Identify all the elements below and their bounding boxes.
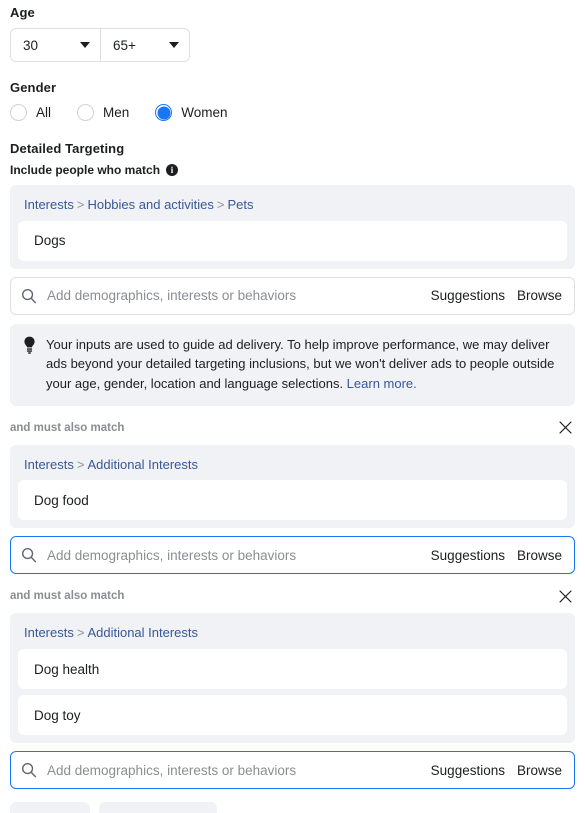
search-actions: Suggestions Browse xyxy=(431,763,562,778)
targeting-item[interactable]: Dogs xyxy=(18,220,567,261)
search-actions: Suggestions Browse xyxy=(431,288,562,303)
search-icon xyxy=(21,762,37,778)
gender-radio-group: All Men Women xyxy=(10,104,575,121)
radio-icon-men[interactable] xyxy=(77,104,95,121)
breadcrumb-separator: > xyxy=(76,625,85,641)
breadcrumb-separator: > xyxy=(76,197,85,212)
breadcrumb-link[interactable]: Hobbies and activities xyxy=(87,197,213,212)
age-section: Age 30 65+ xyxy=(10,0,575,62)
breadcrumb-link[interactable]: Additional Interests xyxy=(87,625,198,640)
age-label: Age xyxy=(10,5,35,20)
browse-link[interactable]: Browse xyxy=(517,288,562,303)
browse-link[interactable]: Browse xyxy=(517,763,562,778)
age-min-select[interactable]: 30 xyxy=(11,29,100,61)
targeting-search-bar[interactable]: Add demographics, interests or behaviors… xyxy=(10,276,575,315)
gender-option-men[interactable]: Men xyxy=(77,104,129,121)
close-icon[interactable] xyxy=(555,586,575,606)
gender-option-women[interactable]: Women xyxy=(155,104,228,121)
age-min-value: 30 xyxy=(23,37,39,53)
breadcrumb-link[interactable]: Interests xyxy=(24,457,74,472)
detailed-targeting-panel: Age 30 65+ Gender All Men Women Detailed… xyxy=(0,0,585,813)
browse-link[interactable]: Browse xyxy=(517,548,562,563)
search-icon xyxy=(21,288,37,304)
radio-icon-all[interactable] xyxy=(10,104,27,121)
connector-row: and must also match xyxy=(10,586,575,606)
age-range-selects: 30 65+ xyxy=(10,28,190,62)
search-input[interactable]: Add demographics, interests or behaviors xyxy=(47,763,431,778)
gender-option-women-label: Women xyxy=(181,105,228,120)
breadcrumb-link[interactable]: Interests xyxy=(24,197,74,212)
footer-actions: Exclude Define Further xyxy=(10,802,575,813)
breadcrumb-separator: > xyxy=(216,197,225,212)
breadcrumb: Interests > Additional Interests xyxy=(18,619,567,649)
breadcrumb: Interests > Additional Interests xyxy=(18,451,567,481)
suggestions-link[interactable]: Suggestions xyxy=(431,288,505,303)
gender-option-all[interactable]: All xyxy=(10,104,51,121)
tip-body: Your inputs are used to guide ad deliver… xyxy=(46,336,555,392)
search-input[interactable]: Add demographics, interests or behaviors xyxy=(47,288,431,303)
search-actions: Suggestions Browse xyxy=(431,548,562,563)
connector-row: and must also match xyxy=(10,418,575,438)
targeting-group-3: and must also match Interests > Additional… xyxy=(10,586,575,790)
define-further-button[interactable]: Define Further xyxy=(99,802,218,813)
learn-more-link[interactable]: Learn more. xyxy=(347,376,417,391)
targeting-item[interactable]: Dog food xyxy=(18,480,567,521)
search-icon xyxy=(21,547,37,563)
breadcrumb-link[interactable]: Pets xyxy=(228,197,254,212)
chevron-down-icon xyxy=(80,42,90,48)
age-max-select[interactable]: 65+ xyxy=(100,29,189,61)
connector-label: and must also match xyxy=(10,590,125,603)
gender-label: Gender xyxy=(10,80,57,95)
breadcrumb: Interests > Hobbies and activities > Pets xyxy=(18,191,567,221)
detailed-targeting-title: Detailed Targeting xyxy=(10,141,125,156)
detailed-targeting-section: Detailed Targeting Include people who ma… xyxy=(10,141,575,813)
connector-label: and must also match xyxy=(10,421,125,434)
include-people-who-match-label: Include people who match xyxy=(10,163,161,177)
suggestions-link[interactable]: Suggestions xyxy=(431,763,505,778)
exclude-button[interactable]: Exclude xyxy=(10,802,91,813)
targeting-group-panel: Interests > Additional Interests Dog healt… xyxy=(10,613,575,744)
suggestions-link[interactable]: Suggestions xyxy=(431,548,505,563)
targeting-search-bar[interactable]: Add demographics, interests or behaviors… xyxy=(10,751,575,790)
targeting-group-2: and must also match Interests > Additional… xyxy=(10,418,575,575)
breadcrumb-separator: > xyxy=(76,456,85,472)
gender-option-men-label: Men xyxy=(103,105,130,120)
targeting-tip-box: Your inputs are used to guide ad deliver… xyxy=(10,323,575,406)
age-max-value: 65+ xyxy=(113,37,136,53)
targeting-group-1: Interests > Hobbies and activities > Pets Do… xyxy=(10,185,575,315)
targeting-tip-text: Your inputs are used to guide ad deliver… xyxy=(46,335,561,394)
lightbulb-icon xyxy=(22,336,37,354)
gender-section: Gender All Men Women xyxy=(10,80,575,121)
breadcrumb-link[interactable]: Interests xyxy=(24,625,74,640)
targeting-group-panel: Interests > Additional Interests Dog food xyxy=(10,444,575,529)
targeting-group-panel: Interests > Hobbies and activities > Pets Do… xyxy=(10,185,575,269)
chevron-down-icon xyxy=(169,42,179,48)
info-icon[interactable]: i xyxy=(166,164,179,176)
targeting-item[interactable]: Dog health xyxy=(18,649,567,690)
targeting-item[interactable]: Dog toy xyxy=(18,695,567,736)
search-input[interactable]: Add demographics, interests or behaviors xyxy=(47,548,431,563)
include-people-who-match-row: Include people who match i xyxy=(10,163,575,177)
close-icon[interactable] xyxy=(555,418,575,438)
targeting-search-bar[interactable]: Add demographics, interests or behaviors… xyxy=(10,536,575,575)
radio-icon-women[interactable] xyxy=(155,104,173,121)
gender-option-all-label: All xyxy=(36,105,52,120)
breadcrumb-link[interactable]: Additional Interests xyxy=(87,457,198,472)
